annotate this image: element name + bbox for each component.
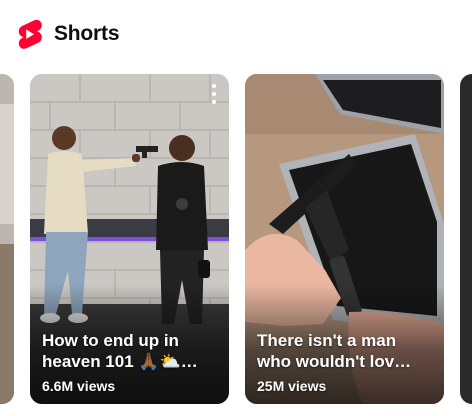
- youtube-shorts-icon[interactable]: [16, 19, 42, 49]
- short-thumbnail: [0, 74, 14, 404]
- short-card[interactable]: There isn't a man who wouldn't lov… 25M …: [245, 74, 444, 404]
- short-title[interactable]: How to end up in heaven 101 🙏🏾⛅…: [42, 330, 219, 372]
- short-view-count: 6.6M views: [42, 378, 116, 394]
- more-vert-icon[interactable]: [207, 84, 221, 104]
- short-view-count: 25M views: [257, 378, 327, 394]
- short-title[interactable]: There isn't a man who wouldn't lov…: [257, 330, 434, 372]
- short-card-previous[interactable]: [0, 74, 14, 404]
- shelf-title: Shorts: [54, 22, 120, 45]
- short-card[interactable]: How to end up in heaven 101 🙏🏾⛅… 6.6M vi…: [30, 74, 229, 404]
- short-card-next[interactable]: [460, 74, 472, 404]
- shelf-header: Shorts: [16, 16, 120, 52]
- shorts-shelf: How to end up in heaven 101 🙏🏾⛅… 6.6M vi…: [0, 74, 472, 414]
